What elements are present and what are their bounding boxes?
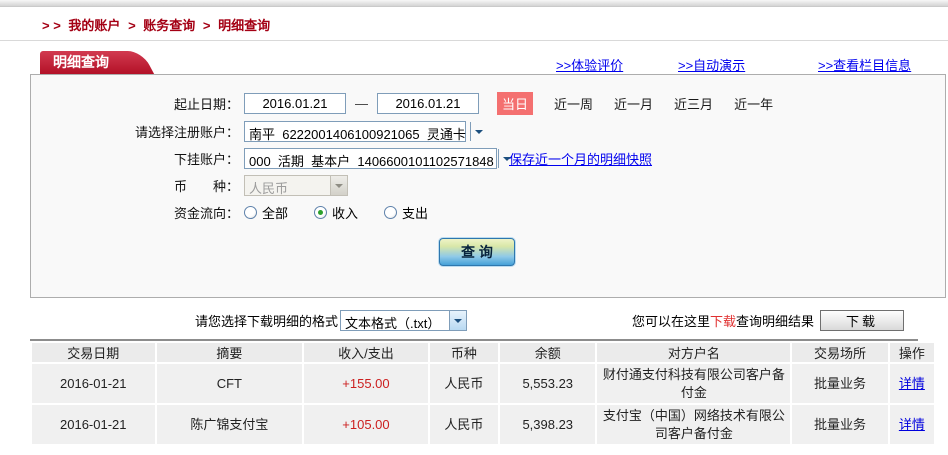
- cell-balance: 5,398.23: [500, 405, 595, 444]
- sub-account-label: 下挂账户：: [31, 149, 239, 168]
- col-header-counterparty: 对方户名: [597, 343, 790, 362]
- sub-account-value: 000 活期 基本户 1406600101102571848: [245, 149, 498, 168]
- sub-account-select[interactable]: 000 活期 基本户 1406600101102571848: [244, 148, 497, 169]
- flow-option-all-label: 全部: [262, 203, 288, 222]
- cell-counterparty: 财付通支付科技有限公司客户备付金: [597, 364, 790, 403]
- quick-range-quarter[interactable]: 近三月: [674, 94, 713, 113]
- breadcrumb-prefix: > >: [42, 18, 61, 33]
- download-format-value: 文本格式（.txt）: [341, 311, 444, 330]
- download-format-select[interactable]: 文本格式（.txt）: [340, 310, 467, 331]
- breadcrumb-item-detail-query[interactable]: 明细查询: [218, 18, 270, 33]
- breadcrumb-item-my-account[interactable]: 我的账户: [68, 18, 120, 33]
- flow-option-income-label: 收入: [332, 203, 358, 222]
- cell-balance: 5,553.23: [500, 364, 595, 403]
- dropdown-arrow-icon[interactable]: [470, 122, 471, 141]
- save-monthly-snapshot-link[interactable]: 保存近一个月的明细快照: [509, 149, 652, 168]
- cell-amount: +105.00: [304, 405, 428, 444]
- date-range-dash: —: [355, 96, 368, 111]
- radio-unchecked-icon[interactable]: [384, 206, 397, 219]
- cell-currency: 人民币: [430, 364, 498, 403]
- quick-range-year[interactable]: 近一年: [734, 94, 773, 113]
- date-range-label: 起止日期：: [31, 94, 239, 113]
- result-table: 交易日期 摘要 收入/支出 币种 余额 对方户名 交易场所 操作 2016-01…: [30, 339, 918, 446]
- flow-option-expense[interactable]: 支出: [384, 203, 428, 222]
- col-header-venue: 交易场所: [792, 343, 887, 362]
- cell-summary: 陈广锦支付宝: [157, 405, 303, 444]
- download-format-label: 请您选择下载明细的格式: [195, 311, 338, 330]
- top-gradient-bar: [0, 0, 948, 7]
- cell-venue: 批量业务: [792, 364, 887, 403]
- breadcrumb-separator: >: [128, 18, 136, 33]
- registered-account-select[interactable]: 南平 6222001406100921065 灵通卡: [244, 121, 466, 142]
- flow-option-income[interactable]: 收入: [314, 203, 358, 222]
- quick-range-week[interactable]: 近一周: [554, 94, 593, 113]
- cell-counterparty: 支付宝（中国）网络技术有限公司客户备付金: [597, 405, 790, 444]
- cell-venue: 批量业务: [792, 405, 887, 444]
- tab-detail-query[interactable]: 明细查询: [40, 51, 126, 74]
- dropdown-arrow-icon: [330, 176, 347, 195]
- date-to-input[interactable]: [377, 93, 479, 114]
- query-form: 起止日期： — 当日 近一周 近一月 近三月 近一年 请选择注册账户： 南平 6…: [30, 74, 946, 298]
- download-hint-pre: 您可以在这里: [632, 311, 710, 330]
- cell-date: 2016-01-21: [32, 405, 155, 444]
- currency-label: 币 种：: [31, 176, 239, 195]
- currency-value: 人民币: [245, 176, 292, 195]
- cell-amount: +155.00: [304, 364, 428, 403]
- col-header-currency: 币种: [430, 343, 498, 362]
- fund-flow-label: 资金流向：: [31, 203, 239, 222]
- col-header-summary: 摘要: [157, 343, 303, 362]
- link-view-column-info[interactable]: >>查看栏目信息: [818, 55, 911, 74]
- link-experience-evaluation[interactable]: >>体验评价: [556, 55, 623, 74]
- download-hint-post: 查询明细结果: [736, 311, 814, 330]
- breadcrumb-separator: >: [203, 18, 211, 33]
- download-button[interactable]: 下载: [820, 310, 904, 331]
- col-header-amount: 收入/支出: [304, 343, 428, 362]
- cell-currency: 人民币: [430, 405, 498, 444]
- table-header-row: 交易日期 摘要 收入/支出 币种 余额 对方户名 交易场所 操作: [32, 343, 934, 362]
- col-header-date: 交易日期: [32, 343, 155, 362]
- table-row: 2016-01-21 陈广锦支付宝 +105.00 人民币 5,398.23 支…: [32, 405, 934, 444]
- detail-link[interactable]: 详情: [899, 417, 925, 432]
- radio-unchecked-icon[interactable]: [244, 206, 257, 219]
- quick-range-month[interactable]: 近一月: [614, 94, 653, 113]
- radio-checked-icon[interactable]: [314, 206, 327, 219]
- flow-option-all[interactable]: 全部: [244, 203, 288, 222]
- dropdown-arrow-icon[interactable]: [449, 311, 466, 330]
- table-row: 2016-01-21 CFT +155.00 人民币 5,553.23 财付通支…: [32, 364, 934, 403]
- divider: [0, 40, 948, 41]
- dropdown-arrow-icon[interactable]: [498, 149, 499, 168]
- currency-select-disabled: 人民币: [244, 175, 348, 196]
- cell-date: 2016-01-21: [32, 364, 155, 403]
- download-hint-keyword: 下载: [710, 311, 736, 330]
- registered-account-value: 南平 6222001406100921065 灵通卡: [245, 122, 470, 141]
- date-from-input[interactable]: [244, 93, 346, 114]
- breadcrumb: > > 我的账户 > 账务查询 > 明细查询: [0, 7, 948, 40]
- flow-option-expense-label: 支出: [402, 203, 428, 222]
- registered-account-label: 请选择注册账户：: [31, 122, 239, 141]
- col-header-action: 操作: [890, 343, 934, 362]
- quick-range-today[interactable]: 当日: [497, 92, 533, 115]
- breadcrumb-item-account-query[interactable]: 账务查询: [143, 18, 195, 33]
- col-header-balance: 余额: [500, 343, 595, 362]
- link-auto-demo[interactable]: >>自动演示: [678, 55, 745, 74]
- cell-summary: CFT: [157, 364, 303, 403]
- detail-link[interactable]: 详情: [899, 376, 925, 391]
- query-button[interactable]: 查 询: [439, 238, 515, 266]
